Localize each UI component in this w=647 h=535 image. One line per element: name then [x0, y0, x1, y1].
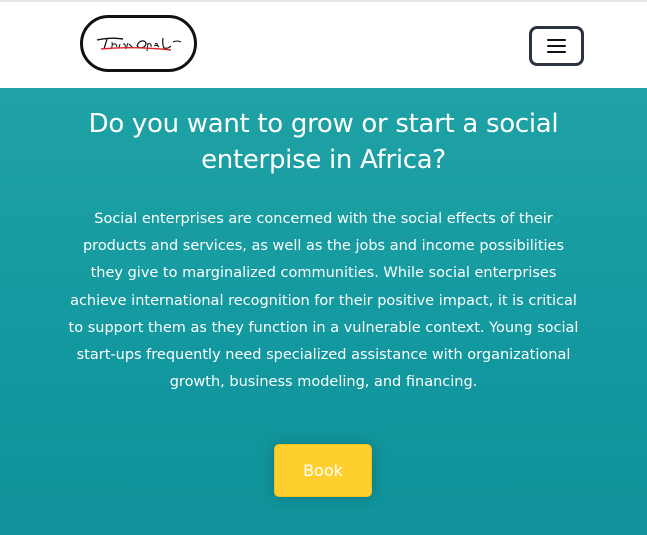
book-button[interactable]: Book — [274, 444, 372, 497]
site-logo[interactable]: ThinkOpal — [80, 15, 197, 72]
hero-section: Do you want to grow or start a social en… — [0, 88, 647, 535]
hero-description: Social enterprises are concerned with th… — [68, 211, 579, 391]
hamburger-icon-line-bottom — [547, 51, 566, 53]
logo-script-icon — [96, 37, 181, 51]
hamburger-icon-line-middle — [547, 45, 566, 47]
site-header: ThinkOpal — [0, 2, 647, 88]
menu-toggle-button[interactable] — [529, 26, 584, 66]
hero-title: Do you want to grow or start a social en… — [88, 109, 559, 175]
hamburger-icon-line-top — [547, 39, 566, 41]
